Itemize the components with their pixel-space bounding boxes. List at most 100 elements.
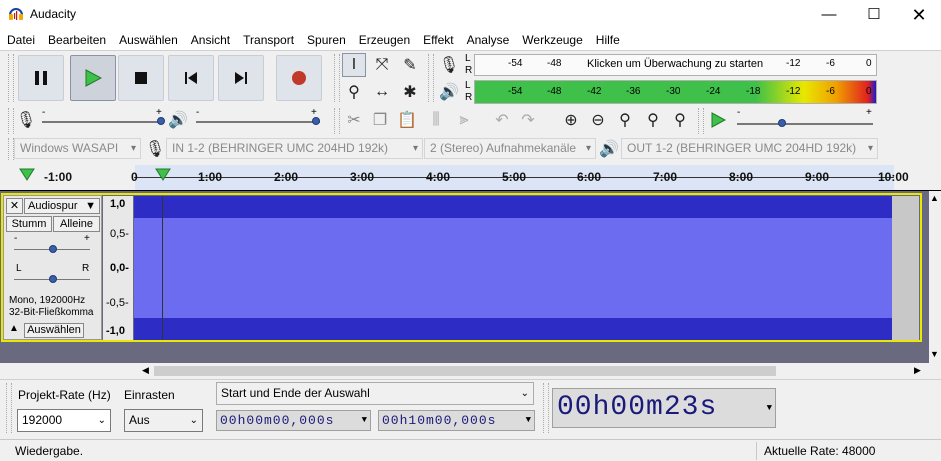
selection-start-time[interactable]: 00h00m00,000s ▼ bbox=[216, 410, 371, 431]
menu-bar: Datei Bearbeiten Auswählen Ansicht Transport… bbox=[0, 30, 941, 50]
playback-meter-tick: -42 bbox=[587, 86, 602, 97]
maximize-icon[interactable]: ☐ bbox=[851, 0, 897, 30]
edit-toolbar-grip[interactable] bbox=[334, 108, 340, 134]
menu-hilfe[interactable]: Hilfe bbox=[589, 30, 626, 50]
selection-toolbar-grip[interactable] bbox=[6, 383, 12, 433]
record-meter-mic-icon[interactable]: 🎙 bbox=[437, 53, 461, 77]
playback-meter-tick: -12 bbox=[786, 86, 801, 97]
menu-auswaehlen[interactable]: Auswählen bbox=[112, 30, 184, 50]
menu-erzeugen[interactable]: Erzeugen bbox=[352, 30, 416, 50]
host-dropdown[interactable]: Windows WASAPI ▾ bbox=[14, 138, 141, 159]
zoom-toggle-icon[interactable]: ⚲ bbox=[668, 108, 692, 132]
solo-button[interactable]: Alleine bbox=[53, 216, 100, 232]
mute-button[interactable]: Stumm bbox=[6, 216, 52, 232]
play-button[interactable] bbox=[70, 55, 116, 101]
input-device-value: IN 1-2 (BEHRINGER UMC 204HD 192k) bbox=[172, 141, 389, 155]
playback-meter-left-label: L bbox=[465, 80, 471, 91]
scroll-left-icon[interactable]: ◀ bbox=[142, 365, 149, 376]
scroll-up-icon[interactable]: ▲ bbox=[930, 193, 939, 203]
scroll-down-icon[interactable]: ▼ bbox=[930, 349, 939, 359]
zoom-in-icon[interactable]: ⊕ bbox=[559, 108, 583, 132]
selection-start-icon[interactable] bbox=[155, 168, 171, 182]
waveform-clip-top bbox=[134, 196, 892, 218]
tools-toolbar-grip[interactable] bbox=[334, 54, 340, 102]
menu-transport[interactable]: Transport bbox=[236, 30, 300, 50]
snap-dropdown[interactable]: Aus ⌄ bbox=[124, 409, 203, 432]
trim-icon[interactable]: ⫼ bbox=[424, 108, 448, 132]
hscroll-thumb[interactable] bbox=[154, 366, 776, 376]
menu-analyse[interactable]: Analyse bbox=[460, 30, 516, 50]
meter-toolbar-grip[interactable] bbox=[428, 54, 434, 102]
menu-spuren[interactable]: Spuren bbox=[300, 30, 352, 50]
record-button[interactable] bbox=[276, 55, 322, 101]
scroll-right-icon[interactable]: ▶ bbox=[914, 365, 921, 376]
status-text: Wiedergabe. bbox=[15, 444, 84, 458]
chevron-down-icon: ▼ bbox=[361, 415, 368, 425]
track-close-icon[interactable]: ✕ bbox=[6, 198, 23, 214]
minimize-icon[interactable]: — bbox=[806, 0, 852, 30]
transport-toolbar-grip[interactable] bbox=[8, 54, 14, 102]
output-device-value: OUT 1-2 (BEHRINGER UMC 204HD 192k) bbox=[627, 141, 857, 155]
skip-to-end-button[interactable] bbox=[218, 55, 264, 101]
gain-slider-knob[interactable] bbox=[49, 245, 57, 253]
draw-tool-icon[interactable]: ✎ bbox=[398, 53, 422, 77]
speed-slider-min: - bbox=[737, 107, 741, 118]
paste-icon[interactable]: 📋 bbox=[395, 108, 419, 132]
envelope-tool-icon[interactable]: ⤧ bbox=[370, 53, 394, 77]
play-at-speed-grip[interactable] bbox=[698, 108, 704, 134]
input-device-dropdown[interactable]: IN 1-2 (BEHRINGER UMC 204HD 192k) ▾ bbox=[166, 138, 423, 159]
play-head-icon[interactable] bbox=[19, 168, 35, 182]
zoom-out-icon[interactable]: ⊖ bbox=[586, 108, 610, 132]
timeline-tick: 7:00 bbox=[653, 170, 678, 184]
multi-tool-icon[interactable]: ✱ bbox=[398, 80, 422, 104]
output-device-dropdown[interactable]: OUT 1-2 (BEHRINGER UMC 204HD 192k) ▾ bbox=[621, 138, 878, 159]
playback-meter-speaker-icon[interactable]: 🔊 bbox=[437, 80, 461, 104]
undo-icon[interactable]: ↶ bbox=[490, 108, 514, 132]
timeshift-tool-icon[interactable]: ↔ bbox=[370, 80, 394, 104]
play-at-speed-button[interactable] bbox=[706, 108, 730, 132]
speed-slider-knob[interactable] bbox=[778, 119, 786, 127]
close-icon[interactable]: ✕ bbox=[896, 0, 941, 30]
menu-werkzeuge[interactable]: Werkzeuge bbox=[515, 30, 588, 50]
track-menu-button[interactable]: Audiospur ▼ bbox=[24, 198, 100, 214]
selection-mode-dropdown[interactable]: Start und Ende der Auswahl ⌄ bbox=[216, 382, 534, 405]
menu-datei[interactable]: Datei bbox=[0, 30, 41, 50]
cut-icon[interactable]: ✂ bbox=[342, 108, 366, 132]
stop-button[interactable] bbox=[118, 55, 164, 101]
fit-selection-icon[interactable]: ⚲ bbox=[613, 108, 637, 132]
channels-dropdown[interactable]: 2 (Stereo) Aufnahmekanäle ▾ bbox=[424, 138, 596, 159]
playback-volume-slider[interactable] bbox=[196, 121, 320, 123]
chevron-down-icon: ⌄ bbox=[97, 415, 106, 426]
time-display[interactable]: 00h00m23s ▼ bbox=[552, 388, 776, 428]
speed-slider-max: + bbox=[866, 107, 872, 118]
record-volume-knob[interactable] bbox=[157, 117, 165, 125]
record-meter-tick: -48 bbox=[547, 58, 562, 69]
select-track-button[interactable]: Auswählen bbox=[24, 323, 84, 338]
copy-icon[interactable]: ❐ bbox=[368, 108, 392, 132]
pause-button[interactable] bbox=[18, 55, 64, 101]
status-divider bbox=[756, 442, 757, 460]
menu-effekt[interactable]: Effekt bbox=[416, 30, 459, 50]
record-volume-slider[interactable] bbox=[42, 121, 162, 123]
collapse-icon[interactable]: ▲ bbox=[6, 323, 22, 338]
silence-icon[interactable]: ⫸ bbox=[452, 108, 476, 132]
time-toolbar-grip[interactable] bbox=[543, 383, 549, 433]
chevron-down-icon: ▾ bbox=[412, 143, 418, 154]
speed-slider[interactable] bbox=[737, 123, 873, 125]
playback-volume-knob[interactable] bbox=[312, 117, 320, 125]
skip-to-start-button[interactable] bbox=[168, 55, 214, 101]
record-meter-tick: -54 bbox=[508, 58, 523, 69]
pan-slider-knob[interactable] bbox=[49, 275, 57, 283]
menu-ansicht[interactable]: Ansicht bbox=[184, 30, 236, 50]
vertical-scrollbar[interactable]: ▲ ▼ bbox=[929, 191, 941, 363]
fit-project-icon[interactable]: ⚲ bbox=[641, 108, 665, 132]
redo-icon[interactable]: ↷ bbox=[516, 108, 540, 132]
selection-tool-icon[interactable]: I bbox=[342, 53, 366, 77]
zoom-tool-icon[interactable]: ⚲ bbox=[342, 80, 366, 104]
pan-left-label: L bbox=[16, 263, 22, 274]
record-meter-message[interactable]: Klicken um Überwachung zu starten bbox=[587, 58, 763, 70]
waveform[interactable] bbox=[134, 196, 892, 340]
menu-bearbeiten[interactable]: Bearbeiten bbox=[41, 30, 112, 50]
project-rate-combobox[interactable]: 192000 ⌄ bbox=[17, 409, 111, 432]
selection-end-time[interactable]: 00h10m00,000s ▼ bbox=[378, 410, 535, 431]
